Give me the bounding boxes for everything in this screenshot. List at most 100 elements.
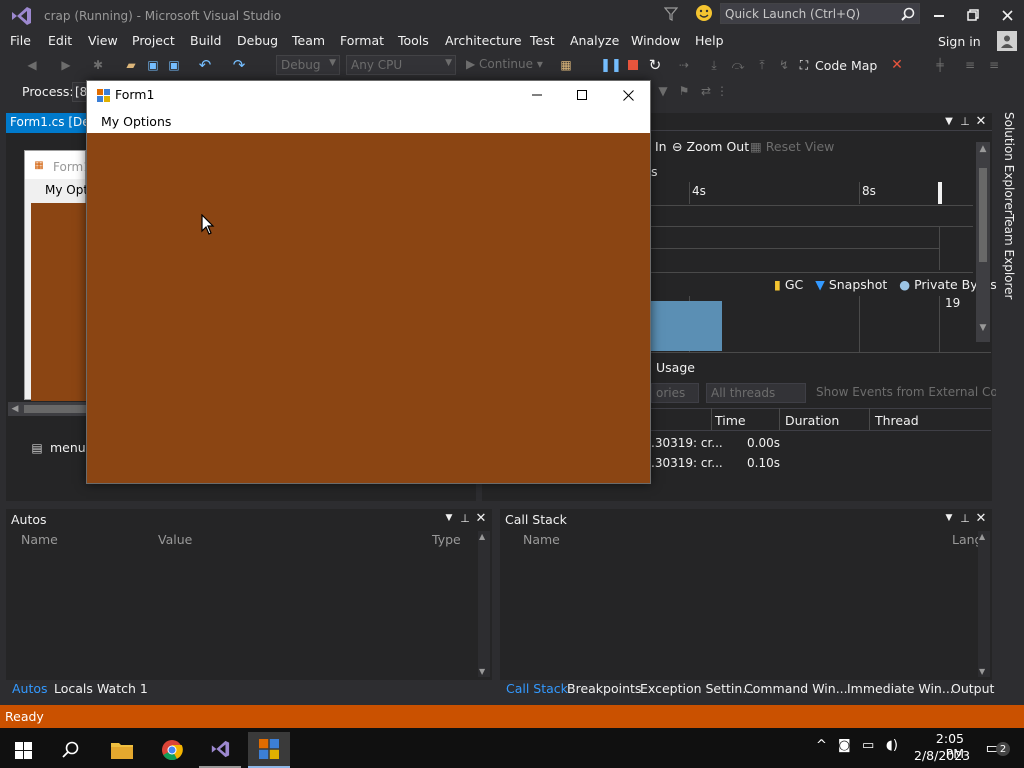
save-all-icon[interactable]: ▣	[166, 57, 182, 73]
stop-debugging-icon[interactable]	[625, 57, 641, 73]
thread-filter-icon[interactable]: ⇄	[698, 83, 714, 99]
tab-immediate-window[interactable]: Immediate Win...	[847, 681, 954, 696]
start-windows-icon[interactable]	[2, 732, 44, 768]
menu-test[interactable]: Test	[530, 33, 555, 48]
designer-horizontal-scrollbar[interactable]: ◀	[8, 402, 94, 416]
step-out-icon[interactable]: ⤒	[754, 57, 770, 73]
pin-icon[interactable]: ⊥	[958, 511, 972, 525]
tab-autos[interactable]: Autos	[12, 681, 48, 696]
form1-close-button[interactable]	[606, 81, 650, 109]
close-pane-icon[interactable]: ✕	[974, 114, 988, 129]
designer-menu-strip[interactable]: My Opti	[25, 179, 91, 203]
column-type[interactable]: Type	[432, 532, 461, 547]
quick-launch-box[interactable]	[720, 3, 920, 24]
close-pane-icon[interactable]: ✕	[974, 511, 988, 526]
close-pane-icon[interactable]: ✕	[474, 511, 488, 526]
zoom-out-button[interactable]: ⊖ Zoom Out	[672, 139, 749, 154]
align-right-icon[interactable]: ≡	[986, 57, 1002, 73]
thread-filter-select[interactable]: All threads	[706, 383, 806, 403]
menu-team[interactable]: Team	[292, 33, 325, 48]
table-row[interactable]: .30319: cr... 0.10s	[651, 454, 981, 472]
menu-view[interactable]: View	[88, 33, 118, 48]
column-name[interactable]: Name	[523, 532, 560, 547]
zoom-in-button[interactable]: In	[655, 139, 667, 154]
scroll-left-icon[interactable]: ◀	[8, 402, 22, 416]
network-icon[interactable]: ▭	[862, 738, 874, 753]
form1-client-area[interactable]	[87, 133, 650, 483]
search-icon[interactable]	[50, 732, 92, 768]
team-explorer-tab[interactable]: Team Explorer	[1002, 214, 1016, 300]
minimize-window-button[interactable]	[924, 4, 954, 26]
designer-form-client-area[interactable]	[31, 203, 87, 401]
column-name[interactable]: Name	[21, 532, 58, 547]
my-options-menu-item[interactable]: My Options	[101, 114, 171, 129]
visual-studio-taskbar-icon[interactable]	[199, 732, 241, 768]
filter-icon[interactable]: ▼	[655, 83, 671, 99]
flag-icon[interactable]: ⚑	[676, 83, 692, 99]
menu-format[interactable]: Format	[340, 33, 384, 48]
pin-icon[interactable]: ⊥	[458, 511, 472, 525]
designer-menu-item[interactable]: My Opti	[45, 183, 91, 197]
form1-minimize-button[interactable]	[515, 81, 559, 109]
running-form-taskbar-icon[interactable]	[248, 732, 290, 768]
tab-watch-1[interactable]: Watch 1	[97, 681, 148, 696]
restore-window-button[interactable]	[958, 4, 988, 26]
form1-maximize-button[interactable]	[560, 81, 604, 109]
continue-button[interactable]: ▶ Continue ▾	[466, 57, 543, 71]
diagnostics-vertical-scrollbar[interactable]: ▲ ▼	[976, 142, 990, 342]
tab-breakpoints[interactable]: Breakpoints	[567, 681, 641, 696]
file-explorer-icon[interactable]	[101, 732, 143, 768]
scrollbar-thumb[interactable]	[979, 168, 987, 262]
align-left-icon[interactable]: ≡	[962, 57, 978, 73]
running-form1-window[interactable]: Form1 My Options	[86, 80, 651, 484]
save-icon[interactable]: ▣	[145, 57, 161, 73]
navigate-back-icon[interactable]: ◀	[24, 57, 40, 73]
scroll-up-icon[interactable]: ▲	[479, 532, 485, 541]
tab-call-stack[interactable]: Call Stack	[506, 681, 568, 696]
process-attach-icon[interactable]: ▦	[556, 56, 576, 74]
pane-dropdown-icon[interactable]: ▼	[942, 511, 956, 525]
menu-debug[interactable]: Debug	[237, 33, 278, 48]
show-external-events-toggle[interactable]: Show Events from External Code	[816, 385, 1013, 399]
component-tray-menu-strip[interactable]: ▤ menuS	[30, 440, 93, 456]
show-hidden-icons-chevron-icon[interactable]: ^	[816, 738, 827, 753]
cpu-usage-tab[interactable]: Usage	[656, 360, 695, 375]
solution-configuration-select[interactable]: Debug ▼	[276, 55, 340, 75]
menu-project[interactable]: Project	[132, 33, 175, 48]
feedback-smiley-icon[interactable]	[694, 3, 714, 23]
sign-in-link[interactable]: Sign in	[938, 34, 981, 49]
menu-analyze[interactable]: Analyze	[570, 33, 619, 48]
thread-icon[interactable]: ↯	[776, 57, 792, 73]
scroll-up-icon[interactable]: ▲	[979, 532, 985, 541]
navigate-forward-icon[interactable]: ▶	[58, 57, 74, 73]
menu-architecture[interactable]: Architecture	[445, 33, 522, 48]
pin-icon[interactable]: ⊥	[958, 114, 972, 128]
shield-icon[interactable]: ◙	[838, 738, 851, 753]
notification-filter-icon[interactable]	[662, 5, 680, 23]
pane-dropdown-icon[interactable]: ▼	[442, 511, 456, 525]
scroll-down-icon[interactable]: ▼	[977, 322, 989, 334]
tab-output[interactable]: Output	[951, 681, 994, 696]
menu-window[interactable]: Window	[631, 33, 680, 48]
scroll-up-icon[interactable]: ▲	[977, 144, 989, 154]
show-next-statement-icon[interactable]: ⇢	[676, 57, 692, 73]
solution-explorer-tab[interactable]: Solution Explorer	[1002, 112, 1016, 215]
toolbar-options-icon[interactable]: ╪	[932, 57, 948, 73]
column-time[interactable]: Time	[715, 413, 746, 428]
open-file-icon[interactable]: ▰	[122, 57, 140, 73]
menu-build[interactable]: Build	[190, 33, 221, 48]
document-tab-form1-designer[interactable]: Form1.cs [Des	[6, 113, 88, 131]
toolbar-overflow-icon[interactable]: ⋮	[716, 83, 728, 99]
form1-title-bar[interactable]: Form1	[87, 81, 650, 109]
chrome-icon[interactable]	[151, 732, 193, 768]
volume-icon[interactable]: ◖)	[886, 738, 898, 753]
pane-dropdown-icon[interactable]: ▼	[942, 114, 956, 128]
tab-locals[interactable]: Locals	[54, 681, 93, 696]
breakpoint-toggle-icon[interactable]: ✕	[888, 56, 906, 74]
quick-launch-input[interactable]	[721, 4, 897, 23]
menu-help[interactable]: Help	[695, 33, 724, 48]
column-thread[interactable]: Thread	[875, 413, 919, 428]
designer-form-preview[interactable]: ▦ Form1 My Opti	[24, 150, 91, 401]
scroll-down-icon[interactable]: ▼	[479, 667, 485, 676]
tab-command-window[interactable]: Command Win...	[744, 681, 848, 696]
